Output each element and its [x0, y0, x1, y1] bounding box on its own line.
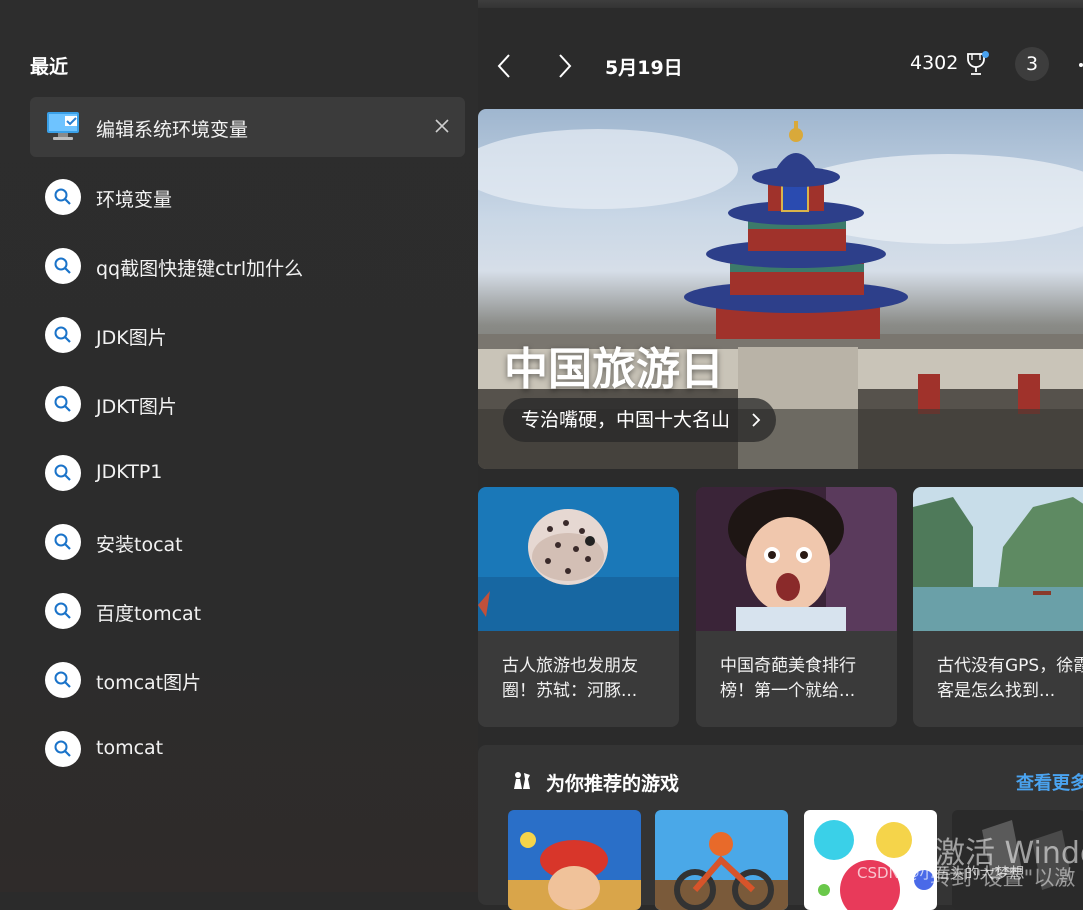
news-card[interactable]: 古代没有GPS，徐霞客是怎么找到... — [913, 487, 1083, 727]
recent-search-item[interactable]: qq截图快捷键ctrl加什么 — [30, 232, 465, 301]
news-card-text: 古人旅游也发朋友圈！苏轼：河豚... — [502, 656, 638, 701]
hero-link-label: 专治嘴硬，中国十大名山 — [521, 409, 731, 431]
search-icon — [45, 662, 81, 698]
recent-search-item[interactable]: tomcat — [30, 715, 465, 784]
surprised-child-image — [696, 487, 897, 631]
recent-title: 最近 — [30, 56, 69, 78]
chevron-left-icon[interactable] — [490, 51, 520, 81]
recent-search-item[interactable]: 环境变量 — [30, 163, 465, 232]
csdn-watermark: CSDN @小石头的大梦想 — [857, 864, 1025, 882]
recent-item-label: 编辑系统环境变量 — [96, 119, 249, 141]
search-item-label: tomcat — [96, 737, 164, 759]
recent-panel: 最近 编辑系统环境变量 环境变量 qq截图快捷键ctrl加什么 JDK图片 JD… — [0, 0, 478, 892]
search-icon — [45, 731, 81, 767]
river-gorge-image — [913, 487, 1083, 631]
game-thumbnail[interactable] — [804, 810, 937, 910]
search-item-label: qq截图快捷键ctrl加什么 — [96, 258, 304, 280]
system-monitor-icon — [47, 112, 79, 140]
search-icon — [45, 455, 81, 491]
recent-search-item[interactable]: JDKT图片 — [30, 370, 465, 439]
recent-search-item[interactable]: JDK图片 — [30, 301, 465, 370]
news-card[interactable]: 古人旅游也发朋友圈！苏轼：河豚... — [478, 487, 679, 727]
games-see-more-link[interactable]: 查看更多 — [1016, 769, 1083, 795]
games-title: 为你推荐的游戏 — [546, 773, 680, 795]
search-item-label: JDKTP1 — [96, 461, 163, 483]
search-icon — [45, 524, 81, 560]
search-icon — [45, 179, 81, 215]
more-icon[interactable] — [1072, 57, 1083, 73]
news-card-text: 古代没有GPS，徐霞客是怎么找到... — [937, 656, 1083, 701]
chess-pieces-icon — [514, 772, 530, 789]
recent-item-system-env[interactable]: 编辑系统环境变量 — [30, 97, 465, 157]
search-icon — [45, 386, 81, 422]
search-item-label: 百度tomcat — [96, 603, 202, 625]
hero-banner[interactable]: 中国旅游日 专治嘴硬，中国十大名山 — [478, 109, 1083, 469]
hero-link-pill[interactable]: 专治嘴硬，中国十大名山 — [503, 398, 777, 442]
game-thumbnail[interactable] — [655, 810, 788, 910]
search-icon — [45, 248, 81, 284]
news-card[interactable]: 中国奇葩美食排行榜！第一个就给... — [696, 487, 897, 727]
hero-title: 中国旅游日 — [504, 344, 724, 395]
chevron-right-icon[interactable] — [549, 51, 579, 81]
notification-dot — [982, 51, 989, 58]
search-item-label: 安装tocat — [96, 534, 183, 556]
pufferfish-image — [478, 487, 679, 631]
rewards-points[interactable]: 4302 — [910, 52, 958, 74]
chevron-right-icon — [752, 413, 761, 427]
search-item-label: JDKT图片 — [96, 396, 177, 418]
search-item-label: JDK图片 — [96, 327, 167, 349]
search-icon — [45, 317, 81, 353]
recent-search-list: 环境变量 qq截图快捷键ctrl加什么 JDK图片 JDKT图片 JDKTP1 — [30, 163, 465, 784]
recent-search-item[interactable]: 安装tocat — [30, 508, 465, 577]
recent-search-item[interactable]: tomcat图片 — [30, 646, 465, 715]
search-item-label: tomcat图片 — [96, 672, 202, 694]
notification-badge[interactable]: 3 — [1015, 47, 1049, 81]
recent-search-item[interactable]: 百度tomcat — [30, 577, 465, 646]
recent-search-item[interactable]: JDKTP1 — [30, 439, 465, 508]
game-thumbnail[interactable] — [508, 810, 641, 910]
date-label: 5月19日 — [605, 57, 683, 79]
search-item-label: 环境变量 — [96, 189, 173, 211]
search-icon — [45, 593, 81, 629]
close-icon[interactable] — [433, 117, 451, 135]
news-card-text: 中国奇葩美食排行榜！第一个就给... — [720, 656, 856, 701]
